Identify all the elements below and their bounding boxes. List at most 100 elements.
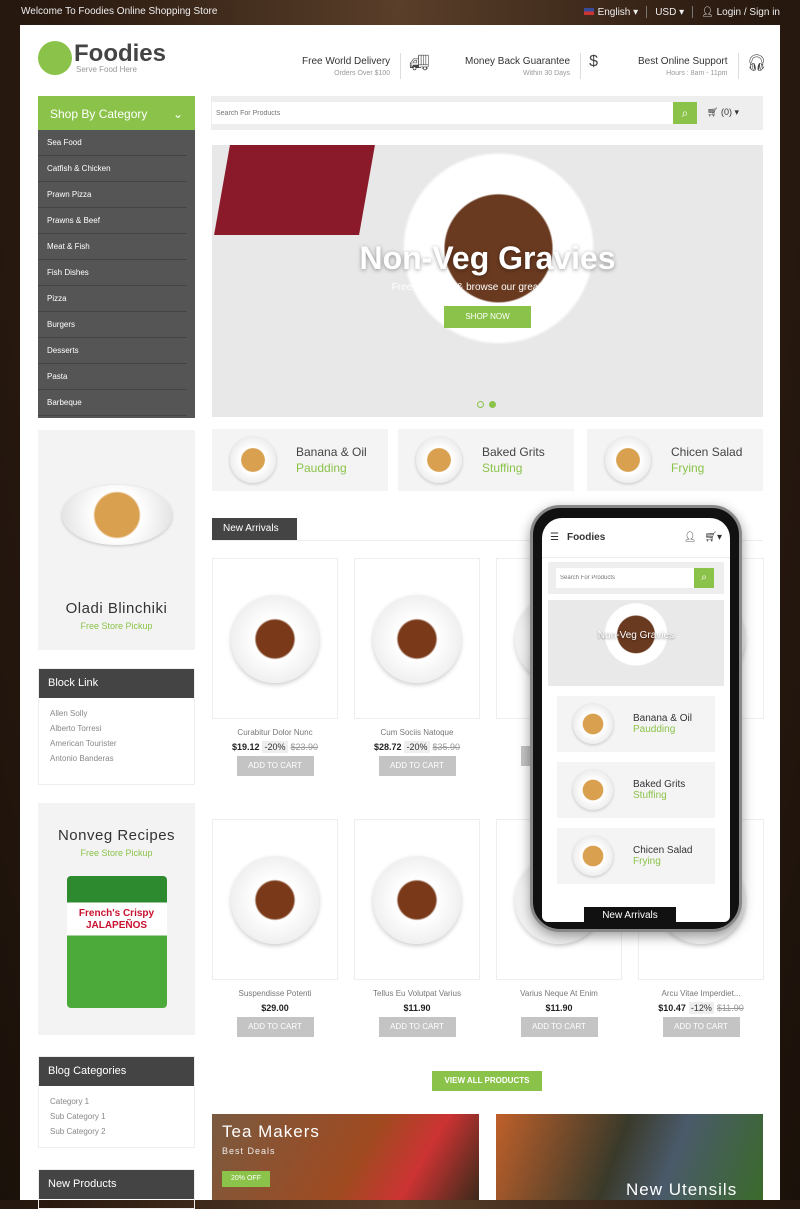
product-card[interactable]: Suspendisse Potenti $29.00 ADD TO CART [212, 819, 338, 1037]
product-name[interactable]: Tellus Eu Volutpat Varius [354, 989, 480, 998]
category-item[interactable]: Pizza [38, 286, 187, 312]
dish-image [573, 770, 613, 810]
currency-label: USD [655, 6, 677, 18]
phone-search-input[interactable] [556, 568, 694, 588]
new-products-title: New Products [39, 1170, 194, 1199]
category-item[interactable]: Desserts [38, 338, 187, 364]
slider-dots [477, 401, 496, 408]
product-price: $10.47 [658, 1003, 686, 1013]
block-link-item[interactable]: Antonio Banderas [39, 751, 194, 766]
headset-icon: 🎧︎ [737, 53, 767, 79]
category-item[interactable]: Prawn Pizza [38, 182, 187, 208]
mini-banner[interactable]: Banana & Oil Paudding [557, 696, 715, 752]
product-image[interactable] [212, 558, 338, 719]
product-image[interactable] [354, 819, 480, 980]
old-price: $23.90 [290, 742, 319, 752]
logo[interactable]: Foodies Serve Food Here [38, 41, 166, 75]
cart-button[interactable]: 🛒︎ (0) ▾ [707, 107, 739, 118]
mini-banner[interactable]: Baked Grits Stuffing [557, 762, 715, 818]
mini-banner[interactable]: Chicen Salad Frying [587, 429, 763, 491]
mini-banner-title: Banana & Oil [296, 445, 367, 459]
product-name[interactable]: Suspendisse Potenti [212, 989, 338, 998]
product-name[interactable]: Cum Sociis Natoque [354, 728, 480, 737]
product-name[interactable]: Varius Neque At Enim [496, 989, 622, 998]
banner-sub: Best Deals [222, 1146, 276, 1156]
discount-badge: -20% [262, 741, 288, 753]
language-select[interactable]: English ▾ [583, 7, 638, 18]
banner-new-utensils[interactable]: New Utensils [496, 1114, 763, 1200]
add-to-cart-button[interactable]: ADD TO CART [236, 1017, 314, 1037]
product-card[interactable]: Tellus Eu Volutpat Varius $11.90 ADD TO … [354, 819, 480, 1037]
currency-select[interactable]: USD ▾ [655, 7, 684, 18]
blog-categories-title: Blog Categories [39, 1057, 194, 1086]
mini-banner[interactable]: Baked Grits Stuffing [398, 429, 574, 491]
promo-oladi[interactable]: Oladi Blinchiki Free Store Pickup [38, 430, 195, 650]
product-name[interactable]: Curabitur Dolor Nunc [212, 728, 338, 737]
phone-new-arrivals-tab[interactable]: New Arrivals [584, 907, 676, 922]
block-link-item[interactable]: Allen Solly [39, 706, 194, 721]
product-card[interactable]: Curabitur Dolor Nunc $19.12 -20% $23.90 AD… [212, 558, 338, 776]
add-to-cart-button[interactable]: ADD TO CART [378, 1017, 456, 1037]
blog-category-item[interactable]: Category 1 [39, 1094, 194, 1109]
category-list: Sea Food Catfish & Chicken Prawn Pizza Praw… [38, 130, 195, 418]
product-price: $28.72 [373, 742, 402, 752]
mini-banner[interactable]: Chicen Salad Frying [557, 828, 715, 884]
mini-banner[interactable]: Banana & Oil Paudding [212, 429, 388, 491]
mini-banner-title: Banana & Oil [633, 713, 692, 724]
old-price: $11.90 [716, 1003, 744, 1013]
shop-by-category-button[interactable]: Shop By Category ⌄ [38, 96, 195, 130]
search-bar: ⌕ 🛒︎ (0) ▾ [211, 96, 763, 130]
slider-dot[interactable] [477, 401, 484, 408]
product-image[interactable] [212, 819, 338, 980]
view-all-products-button[interactable]: VIEW ALL PRODUCTS [432, 1071, 542, 1091]
add-to-cart-button[interactable]: ADD TO CART [236, 756, 314, 776]
add-to-cart-button[interactable]: ADD TO CART [662, 1017, 740, 1037]
promo-image [38, 430, 195, 600]
feature-delivery: Free World Delivery Orders Over $100 🚚︎ [302, 53, 429, 79]
search-input[interactable] [212, 102, 674, 124]
mini-banner-sub: Paudding [633, 724, 676, 735]
product-card[interactable]: Cum Sociis Natoque $28.72 -20% $35.90 ADD … [354, 558, 480, 776]
cart-icon[interactable]: 🛒︎▾ [704, 532, 722, 543]
blog-category-item[interactable]: Sub Category 1 [39, 1109, 194, 1124]
hero-image [214, 145, 375, 235]
category-item[interactable]: Pasta [38, 364, 187, 390]
promo-sub: Free Store Pickup [80, 621, 153, 631]
shop-now-button[interactable]: SHOP NOW [444, 306, 531, 328]
category-item[interactable]: Burgers [38, 312, 187, 338]
hero-slider: Non-Veg Gravies Free Shipping & browse o… [212, 145, 763, 417]
slider-dot-active[interactable] [489, 401, 496, 408]
banner-tea-makers[interactable]: Tea Makers Best Deals 20% OFF [212, 1114, 479, 1200]
category-item[interactable]: Barbeque [38, 390, 187, 416]
product-image[interactable] [354, 558, 480, 719]
add-to-cart-button[interactable]: ADD TO CART [378, 756, 456, 776]
category-item[interactable]: Catfish & Chicken [38, 156, 187, 182]
promo-title: Oladi Blinchiki [65, 600, 168, 617]
category-item[interactable]: Fish Dishes [38, 260, 187, 286]
blog-category-item[interactable]: Sub Category 2 [39, 1124, 194, 1139]
promo-nonveg[interactable]: Nonveg Recipes Free Store Pickup French'… [38, 803, 195, 1035]
us-flag-icon [583, 7, 594, 15]
mini-banner-sub: Frying [671, 461, 705, 475]
product-name[interactable]: Arcu Vitae Imperdiet... [638, 989, 764, 998]
category-item[interactable]: Meat & Fish [38, 234, 187, 260]
user-icon[interactable]: 👤︎ [684, 532, 697, 543]
pack-label: French's Crispy JALAPEÑOS [78, 908, 155, 931]
feature-support: Best Online Support Hours : 8am - 11pm 🎧︎ [638, 53, 767, 79]
search-button[interactable]: ⌕ [673, 102, 697, 124]
phone-hero: Non-Veg Gravies [548, 600, 724, 686]
mini-banner-sub: Frying [633, 856, 661, 867]
login-link[interactable]: 👤︎ Login / Sign in [701, 7, 780, 18]
dish-image [605, 437, 651, 483]
mini-banner-title: Chicen Salad [633, 845, 693, 856]
mini-banner-sub: Stuffing [633, 790, 667, 801]
tab-new-arrivals[interactable]: New Arrivals [212, 518, 297, 540]
add-to-cart-button[interactable]: ADD TO CART [520, 1017, 598, 1037]
block-link-title: Block Link [39, 669, 194, 698]
search-icon[interactable]: ⌕ [694, 568, 714, 588]
block-link-item[interactable]: Alberto Torresi [39, 721, 194, 736]
block-link-item[interactable]: American Tourister [39, 736, 194, 751]
category-item[interactable]: Prawns & Beef [38, 208, 187, 234]
category-item[interactable]: Sea Food [38, 130, 187, 156]
hamburger-menu-icon[interactable]: ☰ [550, 532, 559, 543]
